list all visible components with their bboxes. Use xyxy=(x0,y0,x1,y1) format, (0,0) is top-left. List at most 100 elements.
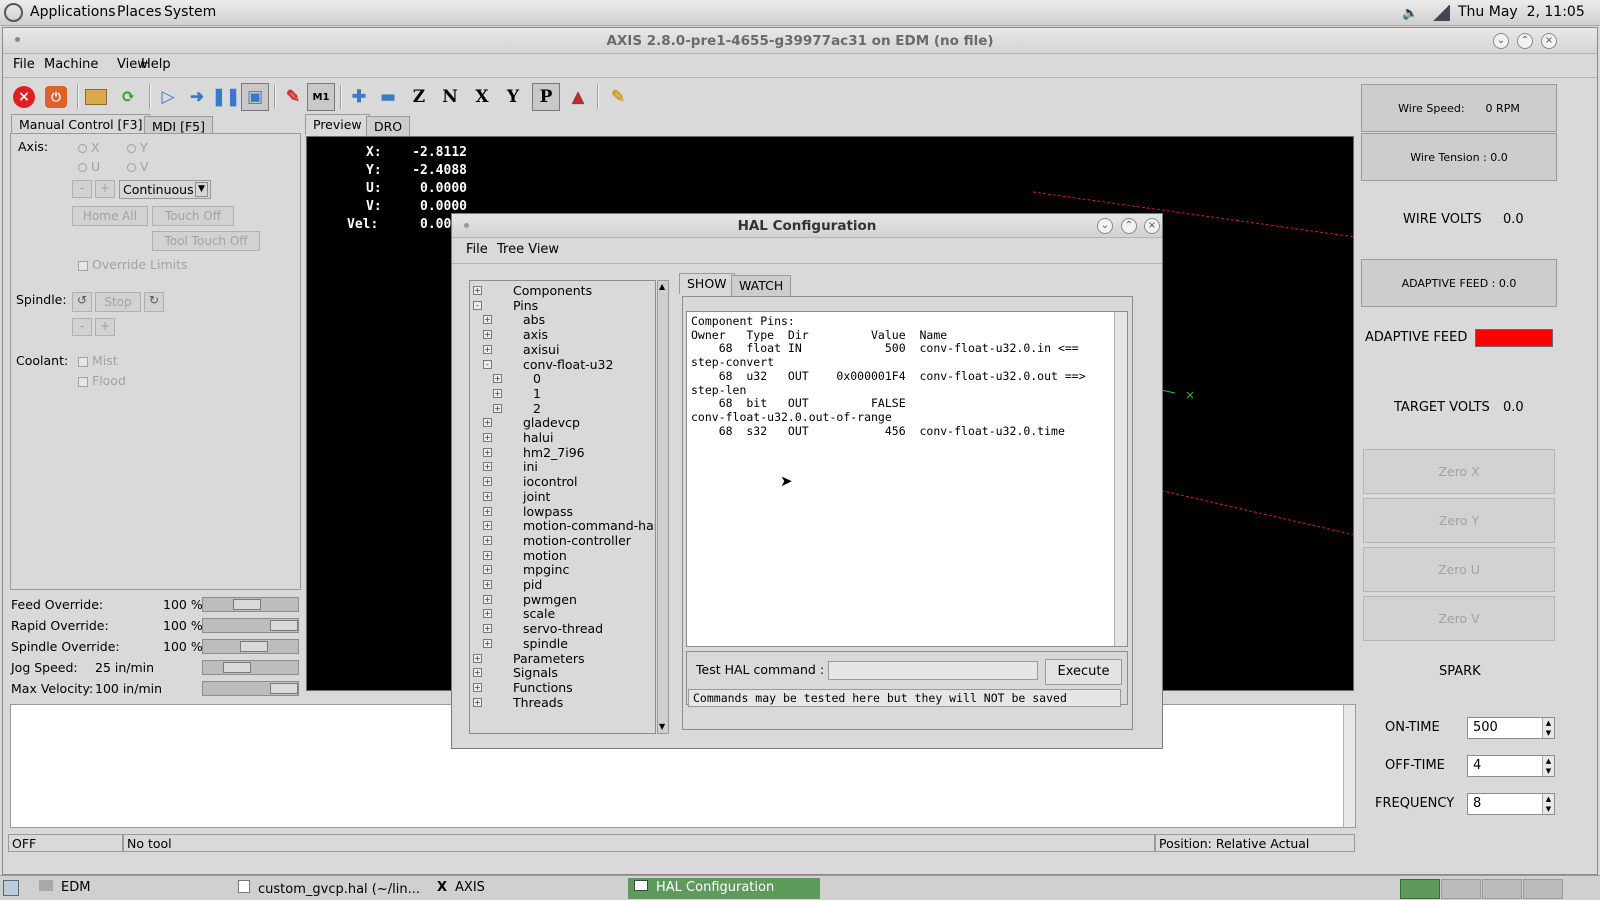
places-menu[interactable]: Places xyxy=(117,4,162,20)
task-edm[interactable]: EDM xyxy=(33,878,96,899)
expand-icon[interactable]: + xyxy=(493,374,502,384)
zoom-out-icon[interactable]: ▬ xyxy=(374,83,402,111)
tree-node[interactable]: Functions xyxy=(513,680,573,695)
expand-icon[interactable]: + xyxy=(493,403,502,413)
tree-node[interactable]: joint xyxy=(523,489,550,504)
on-time-spinbox[interactable]: 500 ▲ ▼ xyxy=(1467,717,1555,739)
tree-node[interactable]: Pins xyxy=(513,298,538,313)
spindle-stop-button[interactable]: Stop xyxy=(95,292,141,312)
expand-icon[interactable]: + xyxy=(473,668,482,678)
tool-touch-off-button[interactable]: Tool Touch Off xyxy=(152,231,260,251)
tree-node[interactable]: motion-command-handler xyxy=(523,518,655,533)
jog-minus-button[interactable]: - xyxy=(72,180,92,198)
tree-node[interactable]: mpginc xyxy=(523,562,569,577)
spin-arrows-icon[interactable]: ▲ ▼ xyxy=(1542,718,1554,738)
open-file-icon[interactable] xyxy=(82,83,110,111)
tree-node[interactable]: 0 xyxy=(533,371,541,386)
tree-node[interactable]: axis xyxy=(523,327,548,342)
expand-icon[interactable]: + xyxy=(473,682,482,692)
override-limits-checkbox[interactable]: Override Limits xyxy=(78,257,188,272)
menu-machine[interactable]: Machine xyxy=(44,57,98,72)
volume-icon[interactable]: 🔈 xyxy=(1402,6,1418,21)
hal-menu-tree-view[interactable]: Tree View xyxy=(497,242,559,257)
expand-icon[interactable]: + xyxy=(493,388,502,398)
maximize-icon[interactable]: ⌃ xyxy=(1121,218,1137,234)
expand-icon[interactable]: + xyxy=(483,447,492,457)
tab-preview[interactable]: Preview xyxy=(305,114,370,135)
expand-icon[interactable]: + xyxy=(473,286,482,295)
axis-radio-y[interactable]: Y xyxy=(127,140,148,155)
scroll-down-icon[interactable]: ▼ xyxy=(659,722,667,732)
spindle-ccw-icon[interactable]: ↺ xyxy=(72,292,92,312)
expand-icon[interactable]: + xyxy=(483,462,492,472)
view-z2-icon[interactable]: N xyxy=(436,83,464,111)
spindle-slower-button[interactable]: - xyxy=(72,318,92,336)
view-y-icon[interactable]: Y xyxy=(499,83,527,111)
expand-icon[interactable]: + xyxy=(483,344,492,354)
step-icon[interactable]: ➜ xyxy=(183,83,211,111)
hal-titlebar[interactable]: HAL Configuration ⌄ ⌃ × xyxy=(452,214,1162,238)
tree-node[interactable]: gladevcp xyxy=(523,415,580,430)
expand-icon[interactable]: + xyxy=(483,330,492,340)
expand-icon[interactable]: + xyxy=(483,506,492,516)
show-desktop-icon[interactable] xyxy=(3,880,19,896)
clear-plot-icon[interactable]: ✎ xyxy=(604,83,632,111)
expand-icon[interactable]: + xyxy=(473,697,482,707)
tree-node[interactable]: motion xyxy=(523,548,567,563)
mist-checkbox[interactable]: Mist xyxy=(78,353,118,368)
stop-icon[interactable]: ▣ xyxy=(241,83,269,111)
slider-handle[interactable] xyxy=(270,620,298,631)
tree-node[interactable]: hm2_7i96 xyxy=(523,445,585,460)
zoom-in-icon[interactable]: ✚ xyxy=(345,83,373,111)
rotate-view-icon[interactable]: ▲ xyxy=(564,83,592,111)
slider-handle[interactable] xyxy=(233,599,261,610)
touch-off-button[interactable]: Touch Off xyxy=(152,206,234,226)
view-p-icon[interactable]: P xyxy=(532,83,560,111)
tree-node[interactable]: servo-thread xyxy=(523,621,603,636)
tree-scrollbar[interactable]: ▲ ▼ xyxy=(657,280,669,734)
applications-menu[interactable]: Applications xyxy=(30,4,116,20)
machine-power-icon[interactable]: ⏻ xyxy=(42,83,70,111)
tree-node[interactable]: pid xyxy=(523,577,542,592)
expand-icon[interactable]: + xyxy=(483,433,492,442)
spindle-faster-button[interactable]: + xyxy=(95,318,115,336)
frequency-spinbox[interactable]: 8 ▲ ▼ xyxy=(1467,793,1555,815)
override-slider[interactable] xyxy=(202,597,299,612)
pins-scrollbar[interactable] xyxy=(1114,312,1127,646)
off-time-spinbox[interactable]: 4 ▲ ▼ xyxy=(1467,755,1555,777)
zero-v-button[interactable]: Zero V xyxy=(1363,596,1555,641)
expand-icon[interactable]: + xyxy=(483,535,492,545)
slider-handle[interactable] xyxy=(223,662,251,673)
expand-icon[interactable]: + xyxy=(483,550,492,560)
window-titlebar[interactable]: AXIS 2.8.0-pre1-4655-g39977ac31 on EDM (… xyxy=(3,28,1597,54)
tab-dro[interactable]: DRO xyxy=(366,116,411,137)
expand-icon[interactable]: + xyxy=(483,624,492,634)
workspace-3[interactable] xyxy=(1482,879,1522,899)
expand-icon[interactable]: + xyxy=(483,638,492,648)
expand-icon[interactable]: + xyxy=(483,521,492,531)
menu-file[interactable]: File xyxy=(13,57,35,72)
system-menu[interactable]: System xyxy=(164,4,216,20)
override-slider[interactable] xyxy=(202,618,299,633)
collapse-icon[interactable]: - xyxy=(473,300,482,310)
tree-node[interactable]: spindle xyxy=(523,636,568,651)
task-axis[interactable]: X AXIS xyxy=(431,878,491,899)
estop-icon[interactable]: × xyxy=(10,83,38,111)
tree-node[interactable]: halui xyxy=(523,430,553,445)
hal-tree[interactable]: + Components - Pins + abs + axis + axisui - conv-fl… xyxy=(469,280,656,734)
task-custom-gvcp[interactable]: custom_gvcp.hal (~/lin... xyxy=(232,878,426,899)
minimize-icon[interactable]: ⌄ xyxy=(1493,33,1509,49)
collapse-icon[interactable]: - xyxy=(483,359,492,369)
axis-radio-v[interactable]: V xyxy=(127,159,149,174)
view-x-icon[interactable]: X xyxy=(468,83,496,111)
tab-watch[interactable]: WATCH xyxy=(731,275,792,296)
close-icon[interactable]: × xyxy=(1541,33,1557,49)
override-slider[interactable] xyxy=(202,660,299,675)
slider-handle[interactable] xyxy=(270,683,298,694)
close-icon[interactable]: × xyxy=(1144,218,1160,234)
override-slider[interactable] xyxy=(202,681,299,696)
axis-radio-x[interactable]: X xyxy=(78,140,100,155)
tree-node[interactable]: Parameters xyxy=(513,651,585,666)
pause-icon[interactable]: ❚❚ xyxy=(212,83,241,111)
tree-node[interactable]: pwmgen xyxy=(523,592,577,607)
